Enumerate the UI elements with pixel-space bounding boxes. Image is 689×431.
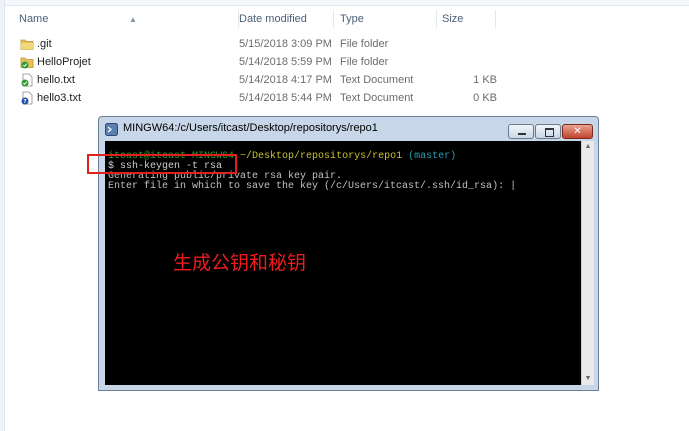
file-row[interactable]: hello.txt 5/14/2018 4:17 PM Text Documen… [5, 71, 689, 89]
text-file-untracked-icon: ? [21, 91, 33, 105]
file-row[interactable]: .git 5/15/2018 3:09 PM File folder [5, 35, 689, 53]
column-header-date[interactable]: Date modified [233, 6, 334, 32]
scroll-down-icon[interactable]: ▼ [582, 373, 594, 385]
file-name: .git [37, 38, 52, 50]
output-line-prompt: Enter file in which to save the key (/c/… [108, 181, 517, 192]
file-date: 5/14/2018 5:59 PM [239, 56, 332, 68]
file-row[interactable]: HelloProjet 5/14/2018 5:59 PM File folde… [5, 53, 689, 71]
prompt-path: ~/Desktop/repositorys/repo1 [240, 151, 403, 162]
file-date: 5/15/2018 3:09 PM [239, 38, 332, 50]
column-size-label: Size [442, 13, 464, 25]
annotation-label: 生成公钥和秘钥 [173, 252, 307, 274]
file-date: 5/14/2018 5:44 PM [239, 92, 332, 104]
file-type: Text Document [340, 74, 414, 86]
file-size [410, 35, 497, 53]
column-header-size[interactable]: Size [436, 6, 496, 32]
command-highlight-box [87, 154, 237, 174]
file-type: Text Document [340, 92, 414, 104]
column-header-name[interactable]: Name ▲ [13, 6, 239, 32]
column-date-label: Date modified [239, 13, 307, 25]
file-date: 5/14/2018 4:17 PM [239, 74, 332, 86]
folder-icon [20, 39, 34, 50]
file-size: 1 KB [473, 74, 497, 86]
file-name: HelloProjet [37, 56, 91, 68]
file-type: File folder [340, 38, 389, 50]
minimize-button[interactable] [508, 124, 534, 139]
close-icon: ✕ [573, 126, 582, 137]
terminal-scrollbar[interactable]: ▲ ▼ [581, 141, 594, 385]
scroll-up-icon[interactable]: ▲ [582, 141, 594, 153]
file-size: 0 KB [473, 92, 497, 104]
maximize-button[interactable] [535, 124, 561, 139]
file-name: hello.txt [37, 74, 75, 86]
column-name-label: Name [19, 13, 49, 25]
file-size [410, 53, 497, 71]
text-file-synced-icon [21, 73, 33, 87]
terminal-title: MINGW64:/c/Users/itcast/Desktop/reposito… [123, 122, 378, 134]
file-row[interactable]: ? hello3.txt 5/14/2018 5:44 PM Text Docu… [5, 89, 689, 107]
column-type-label: Type [340, 13, 364, 25]
terminal-title-bar[interactable]: MINGW64:/c/Users/itcast/Desktop/reposito… [99, 117, 598, 141]
close-button[interactable]: ✕ [562, 124, 593, 139]
column-header-row: Name ▲ Date modified Type Size [5, 6, 689, 32]
prompt-branch: (master) [408, 151, 457, 162]
folder-synced-icon [20, 57, 34, 69]
maximize-icon [545, 128, 554, 137]
file-name: hello3.txt [37, 92, 82, 104]
svg-text:?: ? [23, 99, 26, 105]
minimize-icon [518, 133, 526, 135]
column-header-type[interactable]: Type [334, 6, 437, 32]
sort-ascending-icon: ▲ [129, 15, 137, 24]
file-type: File folder [340, 56, 389, 68]
mingw-terminal-icon [105, 123, 118, 136]
